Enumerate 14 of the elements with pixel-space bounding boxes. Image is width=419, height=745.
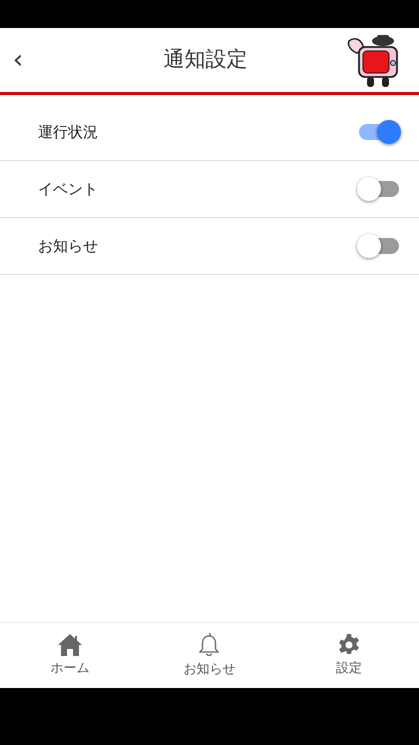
toggle-switch[interactable] <box>357 176 401 202</box>
toggle-switch[interactable] <box>357 233 401 259</box>
setting-label: 運行状況 <box>38 122 98 143</box>
nav-tab[interactable]: お知らせ <box>140 623 280 688</box>
setting-label: イベント <box>38 178 98 200</box>
home-icon <box>56 632 83 657</box>
bell-icon <box>197 632 222 658</box>
nav-tab[interactable]: 設定 <box>279 623 419 688</box>
setting-label: お知らせ <box>38 236 98 257</box>
nav-tab[interactable]: ホーム <box>0 623 140 688</box>
page-title: 通知設定 <box>164 46 248 74</box>
back-button[interactable]: ‹ <box>4 40 32 80</box>
toggle-switch[interactable] <box>357 119 401 145</box>
settings-icon <box>337 632 362 657</box>
